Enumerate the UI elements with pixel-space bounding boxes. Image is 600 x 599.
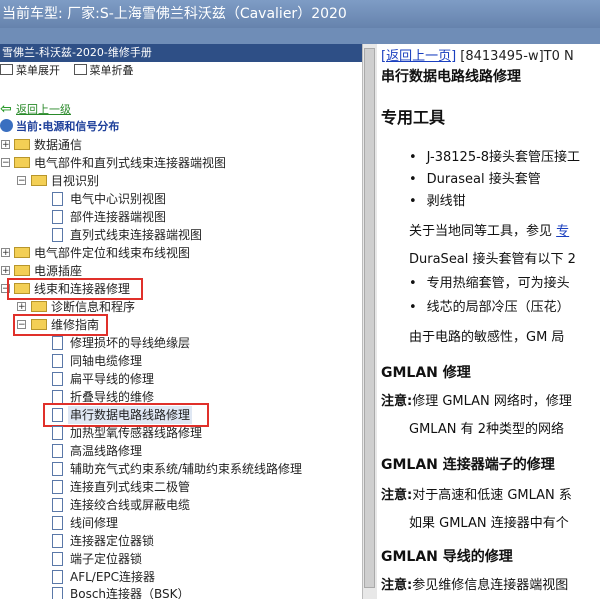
doc-code: [8413495-w]T0 N bbox=[460, 49, 574, 64]
expand-toggle-icon[interactable]: + bbox=[1, 140, 10, 150]
section-tools-heading: 专用工具 bbox=[381, 108, 446, 127]
terminal-text: 如果 GMLAN 连接器中有个 bbox=[409, 516, 569, 531]
document-icon bbox=[52, 192, 63, 206]
tree-scrollbar[interactable] bbox=[362, 44, 377, 599]
expand-toggle-icon[interactable]: + bbox=[1, 248, 10, 258]
wire-note: 注意:参见维修信息连接器端视图 bbox=[381, 578, 569, 593]
page-title: 串行数据电路线路修理 bbox=[381, 69, 521, 85]
gmlan-repair-heading: GMLAN 修理 bbox=[381, 365, 471, 381]
tree-toolbar: 菜单展开 菜单折叠 bbox=[0, 62, 362, 80]
equiv-tools-text: 关于当地同等工具，参见 专 bbox=[409, 224, 570, 239]
document-icon bbox=[52, 354, 63, 368]
document-icon bbox=[52, 462, 63, 476]
collapse-icon bbox=[73, 64, 87, 75]
folder-open-icon bbox=[14, 157, 30, 168]
location-icon bbox=[0, 119, 13, 132]
gmlan-terminal-heading: GMLAN 连接器端子的修理 bbox=[381, 457, 555, 473]
document-icon bbox=[52, 587, 63, 599]
expand-icon bbox=[0, 64, 13, 75]
duraseal-text: DuraSeal 接头套管有以下 2 bbox=[409, 252, 576, 267]
folder-icon bbox=[14, 247, 30, 258]
equiv-tools-link[interactable]: 专 bbox=[556, 224, 569, 239]
document-icon bbox=[52, 570, 63, 584]
document-icon bbox=[52, 336, 63, 350]
gmlan-types-text: GMLAN 有 2种类型的网络 bbox=[409, 422, 564, 437]
terminal-note: 注意:对于高速和低速 GMLAN 系 bbox=[381, 488, 572, 503]
nav-line: [返回上一页] [8413495-w]T0 N bbox=[381, 45, 574, 64]
back-arrow-icon: ⇦ bbox=[0, 101, 12, 117]
document-icon bbox=[52, 480, 63, 494]
document-icon bbox=[52, 228, 63, 242]
collapse-toggle-icon[interactable]: − bbox=[1, 158, 10, 168]
content-panel: [返回上一页] [8413495-w]T0 N 串行数据电路线路修理 专用工具 … bbox=[377, 44, 600, 599]
document-icon bbox=[52, 444, 63, 458]
tool-item: 剥线钳 bbox=[409, 190, 466, 209]
document-icon bbox=[52, 390, 63, 404]
highlight-box bbox=[13, 314, 108, 336]
navigation-panel: 雪佛兰-科沃兹-2020-维修手册 菜单展开 菜单折叠 ⇦ 返回上一级 当前:电源… bbox=[0, 44, 362, 599]
sensitivity-text: 由于电路的敏感性，GM 局 bbox=[409, 330, 565, 345]
expand-menu-button[interactable]: 菜单展开 bbox=[0, 64, 60, 77]
document-icon bbox=[52, 552, 63, 566]
folder-icon bbox=[14, 265, 30, 276]
document-icon bbox=[52, 426, 63, 440]
current-location: 当前:电源和信号分布 bbox=[0, 117, 119, 135]
highlight-box bbox=[7, 278, 143, 300]
document-icon bbox=[52, 372, 63, 386]
feature-item: 线芯的局部冷压（压花） bbox=[409, 296, 570, 315]
gmlan-wire-heading: GMLAN 导线的修理 bbox=[381, 549, 513, 565]
document-icon bbox=[52, 498, 63, 512]
gmlan-note: 注意:修理 GMLAN 网络时，修理 bbox=[381, 394, 572, 409]
back-link[interactable]: ⇦ 返回上一级 bbox=[0, 100, 71, 118]
folder-icon bbox=[14, 139, 30, 150]
folder-icon bbox=[31, 301, 47, 312]
feature-item: 专用热缩套管，可为接头 bbox=[409, 272, 570, 291]
document-icon bbox=[52, 534, 63, 548]
tool-item: J-38125-8接头套管压接工 bbox=[409, 146, 580, 165]
scrollbar-thumb[interactable] bbox=[364, 48, 375, 588]
document-icon bbox=[52, 210, 63, 224]
document-icon bbox=[52, 516, 63, 530]
expand-toggle-icon[interactable]: + bbox=[17, 302, 26, 312]
tool-item: Duraseal 接头套管 bbox=[409, 168, 541, 187]
window-title: 当前车型: 厂家:S-上海雪佛兰科沃兹（Cavalier）2020 bbox=[0, 0, 600, 28]
manual-header: 雪佛兰-科沃兹-2020-维修手册 bbox=[0, 44, 362, 62]
collapse-toggle-icon[interactable]: − bbox=[17, 176, 26, 186]
collapse-menu-button[interactable]: 菜单折叠 bbox=[73, 64, 134, 77]
folder-open-icon bbox=[31, 175, 47, 186]
expand-toggle-icon[interactable]: + bbox=[1, 266, 10, 276]
back-page-link[interactable]: [返回上一页] bbox=[381, 49, 456, 64]
